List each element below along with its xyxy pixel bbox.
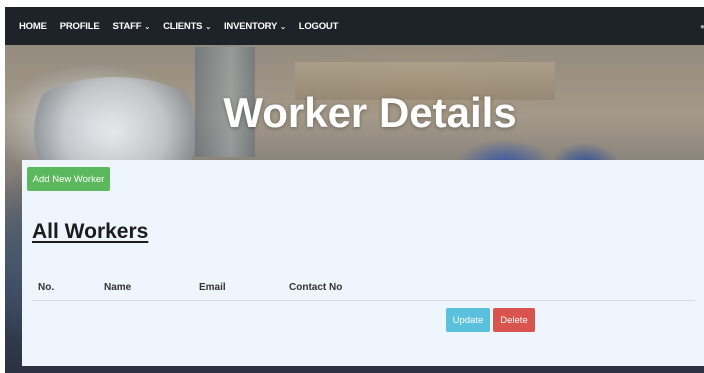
section-title: All Workers <box>32 220 149 243</box>
navbar-edge-icon: ● <box>700 22 704 31</box>
nav-staff-dropdown[interactable]: STAFF ⌄ <box>112 21 150 32</box>
nav-logout-label: LOGOUT <box>298 20 339 32</box>
column-header-email: Email <box>199 282 226 293</box>
nav-home-label: HOME <box>19 20 47 32</box>
add-new-worker-button[interactable]: Add New Worker <box>27 167 110 191</box>
column-header-no: No. <box>38 282 55 293</box>
chevron-down-icon: ⌄ <box>144 24 151 31</box>
page-frame: HOME PROFILE STAFF ⌄ CLIENTS ⌄ INVENTORY… <box>5 7 704 373</box>
nav-inventory-label: INVENTORY <box>223 20 278 32</box>
nav-clients-dropdown[interactable]: CLIENTS ⌄ <box>163 21 211 32</box>
chevron-down-icon: ⌄ <box>280 24 286 31</box>
nav-profile-label: PROFILE <box>59 20 100 32</box>
delete-button[interactable]: Delete <box>493 308 535 332</box>
table-header-divider <box>32 300 695 301</box>
column-header-contact-no: Contact No <box>289 282 343 293</box>
update-button[interactable]: Update <box>446 308 490 332</box>
nav-profile[interactable]: PROFILE <box>60 21 100 32</box>
page-title: Worker Details <box>223 89 517 136</box>
top-navbar: HOME PROFILE STAFF ⌄ CLIENTS ⌄ INVENTORY… <box>5 7 704 45</box>
nav-home[interactable]: HOME <box>19 21 47 32</box>
workers-panel: Add New Worker All Workers No. Name Emai… <box>22 160 704 366</box>
nav-staff-label: STAFF <box>112 20 142 32</box>
chevron-down-icon: ⌄ <box>205 24 211 31</box>
column-header-name: Name <box>104 282 132 293</box>
nav-clients-label: CLIENTS <box>163 20 203 32</box>
nav-inventory-dropdown[interactable]: INVENTORY ⌄ <box>224 21 286 32</box>
nav-logout[interactable]: LOGOUT <box>298 20 339 32</box>
